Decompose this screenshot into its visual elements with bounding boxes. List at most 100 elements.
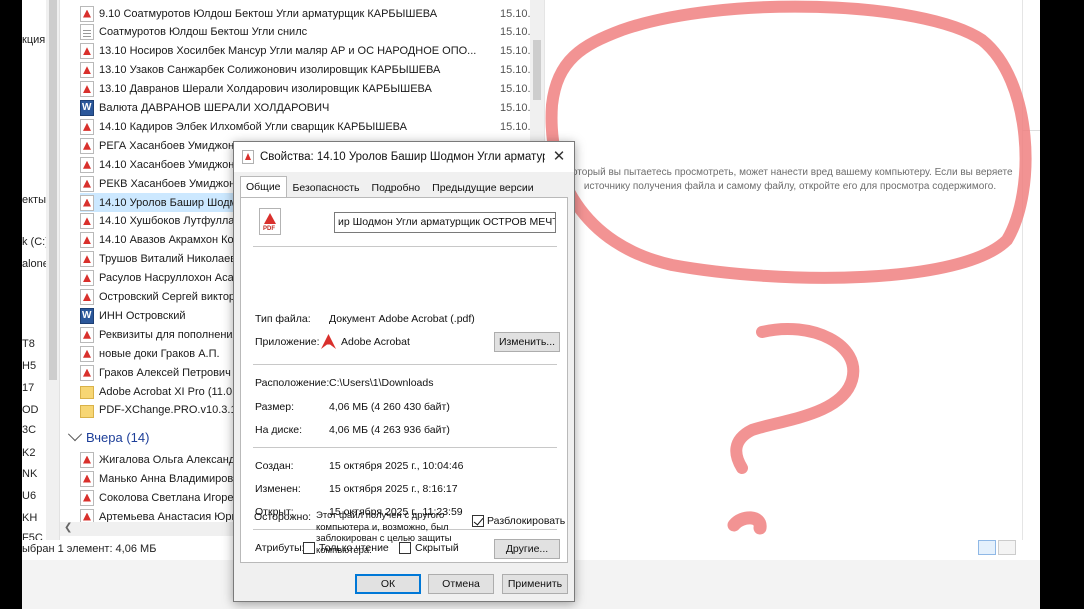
file-name: 9.10 Соатмуротов Юлдош Бектош Угли армат… (99, 7, 438, 20)
file-name: 13.10 Носиров Хосилбек Мансур Угли маляр… (99, 45, 477, 58)
navigation-item[interactable]: alone (22, 258, 46, 270)
word-icon (80, 100, 94, 116)
apply-button[interactable]: Применить (502, 574, 568, 594)
pdf-icon (80, 118, 94, 135)
tab-previous-versions[interactable]: Предыдущие версии (426, 178, 539, 197)
size-on-disk-value: 4,06 МБ (4 263 936 байт) (329, 424, 450, 436)
window-right-edge (1022, 0, 1040, 540)
file-name: 13.10 Давранов Шерали Холдарович изолиро… (99, 83, 432, 96)
navigation-item[interactable]: T8 (22, 338, 35, 350)
pdf-file-icon: PDF (259, 208, 281, 235)
file-row[interactable]: 14.10 Кадиров Элбек Илхомбой Угли сварщи… (80, 117, 530, 136)
navigation-item[interactable]: k (C:) (22, 236, 46, 248)
properties-dialog: Свойства: 14.10 Уролов Башир Шодмон Угли… (233, 141, 575, 602)
cancel-button[interactable]: Отмена (428, 574, 494, 594)
file-row[interactable]: Валюта ДАВРАНОВ ШЕРАЛИ ХОЛДАРОВИЧ 15.10.2… (80, 99, 530, 118)
pdf-icon (80, 489, 94, 506)
navigation-item[interactable]: NK (22, 468, 37, 480)
group-header-label: Вчера (14) (86, 429, 150, 445)
general-tab-panel: PDF ир Шодмон Угли арматурщик ОСТРОВ МЕЧ… (240, 197, 568, 563)
caution-text: Этот файл получен с другого компьютера и… (316, 510, 452, 556)
navigation-item[interactable]: OD (22, 404, 39, 416)
file-type-label: Тип файла: (255, 313, 311, 325)
attributes-label: Атрибуты: (255, 542, 305, 554)
advanced-attributes-button[interactable]: Другие... (494, 539, 560, 559)
pdf-icon (80, 232, 94, 249)
chevron-down-icon[interactable] (67, 427, 83, 442)
size-on-disk-label: На диске: (255, 424, 303, 436)
file-type-value: Документ Adobe Acrobat (.pdf) (329, 313, 475, 325)
document-icon (80, 24, 94, 41)
status-text: ыбран 1 элемент: 4,06 МБ (22, 543, 157, 555)
file-date: 15.10.20 (500, 102, 530, 114)
navigation-item[interactable]: 3C (22, 424, 36, 436)
preview-warning-message: который вы пытаетесь просмотреть, может … (567, 167, 1013, 192)
file-list-scrollbar-thumb[interactable] (533, 40, 541, 100)
readonly-checkbox[interactable] (303, 542, 315, 554)
navigation-item[interactable]: кция (22, 34, 45, 46)
navigation-item[interactable]: KH (22, 512, 37, 524)
pdf-icon (80, 345, 94, 362)
navigation-item[interactable]: H5 (22, 360, 36, 372)
navigation-item[interactable]: K2 (22, 447, 35, 459)
navigation-item[interactable]: U6 (22, 490, 36, 502)
divider (253, 246, 557, 247)
large-icons-view-icon[interactable] (998, 540, 1016, 555)
details-view-icon[interactable] (978, 540, 996, 555)
tab-security[interactable]: Безопасность (287, 178, 366, 197)
pdf-icon (80, 5, 94, 22)
application-value: Adobe Acrobat (341, 336, 410, 348)
divider (1022, 130, 1040, 131)
file-row[interactable]: 13.10 Носиров Хосилбек Мансур Угли маляр… (80, 42, 530, 61)
screen: кция екты k (C:) alone T8 H5 17 OD 3C K2 NK U6 KH F5C… (22, 0, 1040, 609)
file-row[interactable]: 13.10 Давранов Шерали Холдарович изолиро… (80, 80, 530, 99)
file-row[interactable]: 9.10 Соатмуротов Юлдош Бектош Угли армат… (80, 4, 530, 23)
pdf-icon (80, 62, 94, 79)
scroll-left-arrow-icon[interactable]: ❮ (64, 522, 72, 533)
tab-general[interactable]: Общие (240, 176, 287, 197)
file-date: 15.10.20 (500, 120, 530, 133)
ok-button[interactable]: ОК (355, 574, 421, 594)
navigation-item[interactable]: екты (22, 194, 46, 206)
tab-details[interactable]: Подробно (366, 178, 427, 197)
view-mode-buttons (978, 540, 1016, 555)
file-name: 14.10 Кадиров Элбек Илхомбой Угли сварщи… (99, 120, 407, 133)
pdf-icon (80, 175, 94, 192)
pdf-icon (80, 289, 94, 305)
folder-icon (80, 386, 94, 399)
file-row[interactable]: 13.10 Узаков Санжарбек Солижонович изоли… (80, 61, 530, 80)
pdf-icon (80, 81, 94, 98)
file-date: 15.10.20 (500, 45, 530, 58)
navigation-item[interactable]: 17 (22, 382, 34, 394)
navigation-item[interactable]: F5C (22, 532, 43, 540)
location-value: C:\Users\1\Downloads (329, 377, 434, 389)
modified-value: 15 октября 2025 г., 8:16:17 (329, 483, 458, 495)
location-label: Расположение: (255, 377, 330, 389)
created-label: Создан: (255, 460, 294, 472)
file-name-field[interactable]: ир Шодмон Угли арматурщик ОСТРОВ МЕЧТЫ (334, 212, 556, 233)
pdf-icon (80, 470, 94, 487)
change-application-button[interactable]: Изменить... (494, 332, 560, 352)
file-date: 15.10.20 (500, 26, 530, 39)
group-header-yesterday[interactable]: Вчера (14) (67, 427, 150, 446)
preview-pane: который вы пытаетесь просмотреть, может … (544, 0, 1022, 540)
pdf-icon (80, 270, 94, 287)
pdf-icon (80, 451, 94, 468)
pdf-icon (80, 326, 94, 343)
file-name: Валюта ДАВРАНОВ ШЕРАЛИ ХОЛДАРОВИЧ (99, 102, 330, 114)
navigation-scrollbar-thumb[interactable] (49, 0, 57, 380)
dialog-tabs: Общие Безопасность Подробно Предыдущие в… (240, 176, 540, 198)
dialog-titlebar[interactable]: Свойства: 14.10 Уролов Башир Шодмон Угли… (234, 142, 574, 172)
size-value: 4,06 МБ (4 260 430 байт) (329, 401, 450, 413)
file-row[interactable]: Соатмуротов Юлдош Бектош Угли снилс 15.10… (80, 23, 530, 42)
pdf-icon (80, 43, 94, 60)
dialog-title: Свойства: 14.10 Уролов Башир Шодмон Угли… (260, 151, 545, 163)
unblock-checkbox[interactable] (472, 515, 484, 527)
pdf-icon (80, 137, 94, 154)
pdf-icon (80, 213, 94, 230)
navigation-scrollbar[interactable] (46, 0, 60, 540)
modified-label: Изменен: (255, 483, 301, 495)
divider (253, 364, 557, 365)
close-icon[interactable]: ✕ (550, 148, 568, 166)
folder-icon (80, 404, 94, 418)
